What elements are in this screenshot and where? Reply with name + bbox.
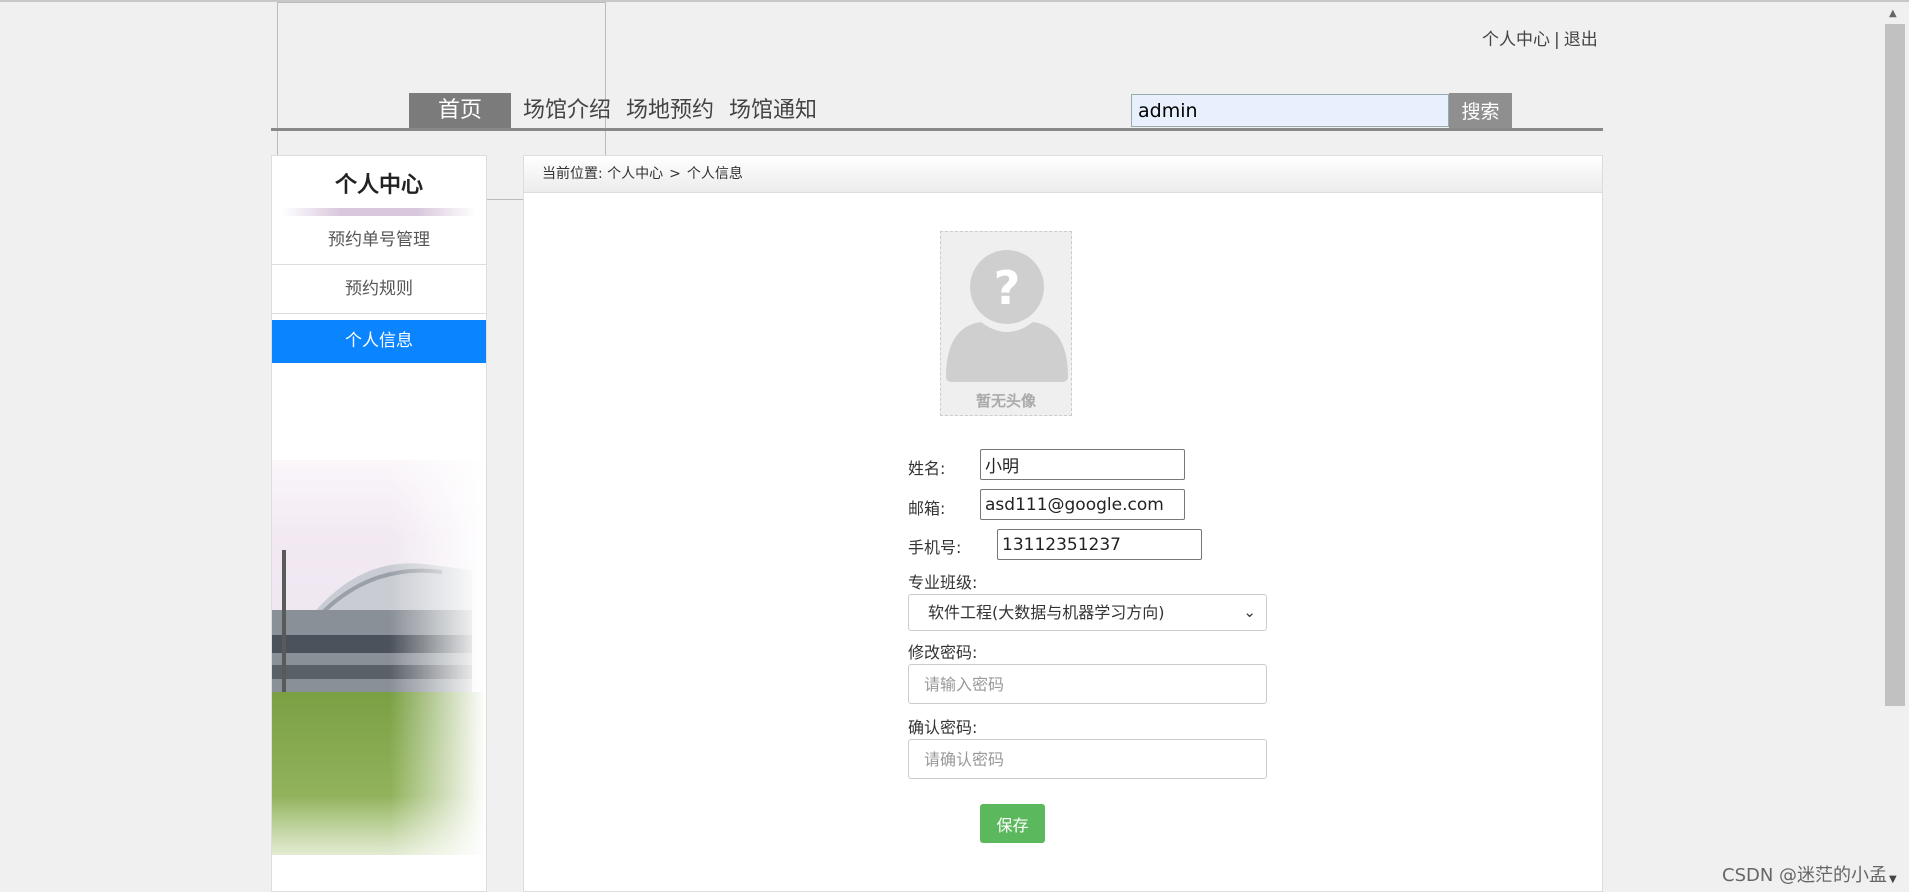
sidebar-title: 个人中心 — [334, 173, 423, 198]
csdn-watermark: CSDN @迷茫的小孟 — [1722, 865, 1888, 886]
breadcrumb-item[interactable]: 个人中心 — [607, 166, 663, 182]
svg-text:?: ? — [994, 261, 1021, 315]
name-input[interactable] — [980, 449, 1185, 480]
nav-item-notice[interactable]: 场馆通知 — [725, 93, 821, 129]
class-label: 专业班级: — [908, 573, 978, 592]
confirm-password-label: 确认密码: — [908, 718, 978, 737]
avatar-placeholder[interactable]: ? 暂无头像 — [940, 231, 1072, 416]
user-links: 个人中心 | 退出 — [1482, 25, 1598, 50]
breadcrumb-separator: > — [669, 166, 681, 182]
phone-label: 手机号: — [908, 538, 962, 557]
breadcrumb: 当前位置: 个人中心 > 个人信息 — [524, 156, 1602, 193]
scroll-up-arrow[interactable]: ▲ — [1889, 8, 1897, 19]
sidebar-title-underline — [282, 208, 476, 216]
nav-item-booking[interactable]: 场地预约 — [622, 93, 718, 129]
search-button[interactable]: 搜索 — [1449, 93, 1512, 128]
class-select[interactable]: 软件工程(大数据与机器学习方向) ⌄ — [908, 594, 1267, 631]
sidebar-item-booking-rules[interactable]: 预约规则 — [272, 265, 486, 314]
content-panel: 当前位置: 个人中心 > 个人信息 ? 暂无头像 姓名: 邮箱: 手机号: 专业班级… — [523, 155, 1603, 892]
save-button[interactable]: 保存 — [980, 804, 1045, 843]
name-label: 姓名: — [908, 459, 946, 478]
email-input[interactable] — [980, 489, 1185, 520]
password-input[interactable] — [908, 664, 1267, 704]
scroll-down-arrow[interactable]: ▼ — [1889, 874, 1897, 885]
sidebar: 个人中心 预约单号管理 预约规则 个人信息 — [271, 155, 487, 892]
main-nav: 首页 场馆介绍 场地预约 场馆通知 — [409, 93, 828, 129]
search-input[interactable] — [1131, 94, 1449, 127]
link-separator: | — [1554, 30, 1560, 50]
class-select-value: 软件工程(大数据与机器学习方向) — [928, 603, 1165, 622]
nav-item-home[interactable]: 首页 — [409, 93, 511, 129]
confirm-password-input[interactable] — [908, 739, 1267, 779]
sidebar-item-booking-management[interactable]: 预约单号管理 — [272, 216, 486, 265]
chevron-down-icon: ⌄ — [1243, 603, 1256, 621]
phone-input[interactable] — [997, 529, 1202, 560]
avatar-text: 暂无头像 — [975, 392, 1036, 410]
scrollbar-thumb[interactable] — [1885, 24, 1905, 706]
breadcrumb-prefix: 当前位置: — [542, 166, 603, 182]
sidebar-item-personal-info[interactable]: 个人信息 — [272, 320, 486, 363]
logout-link[interactable]: 退出 — [1564, 30, 1598, 50]
stadium-photo — [272, 460, 486, 855]
user-center-link[interactable]: 个人中心 — [1482, 30, 1550, 50]
nav-divider — [271, 128, 1603, 131]
nav-item-venue-intro[interactable]: 场馆介绍 — [519, 93, 615, 129]
password-label: 修改密码: — [908, 643, 978, 662]
breadcrumb-item: 个人信息 — [686, 166, 743, 182]
email-label: 邮箱: — [908, 499, 946, 518]
